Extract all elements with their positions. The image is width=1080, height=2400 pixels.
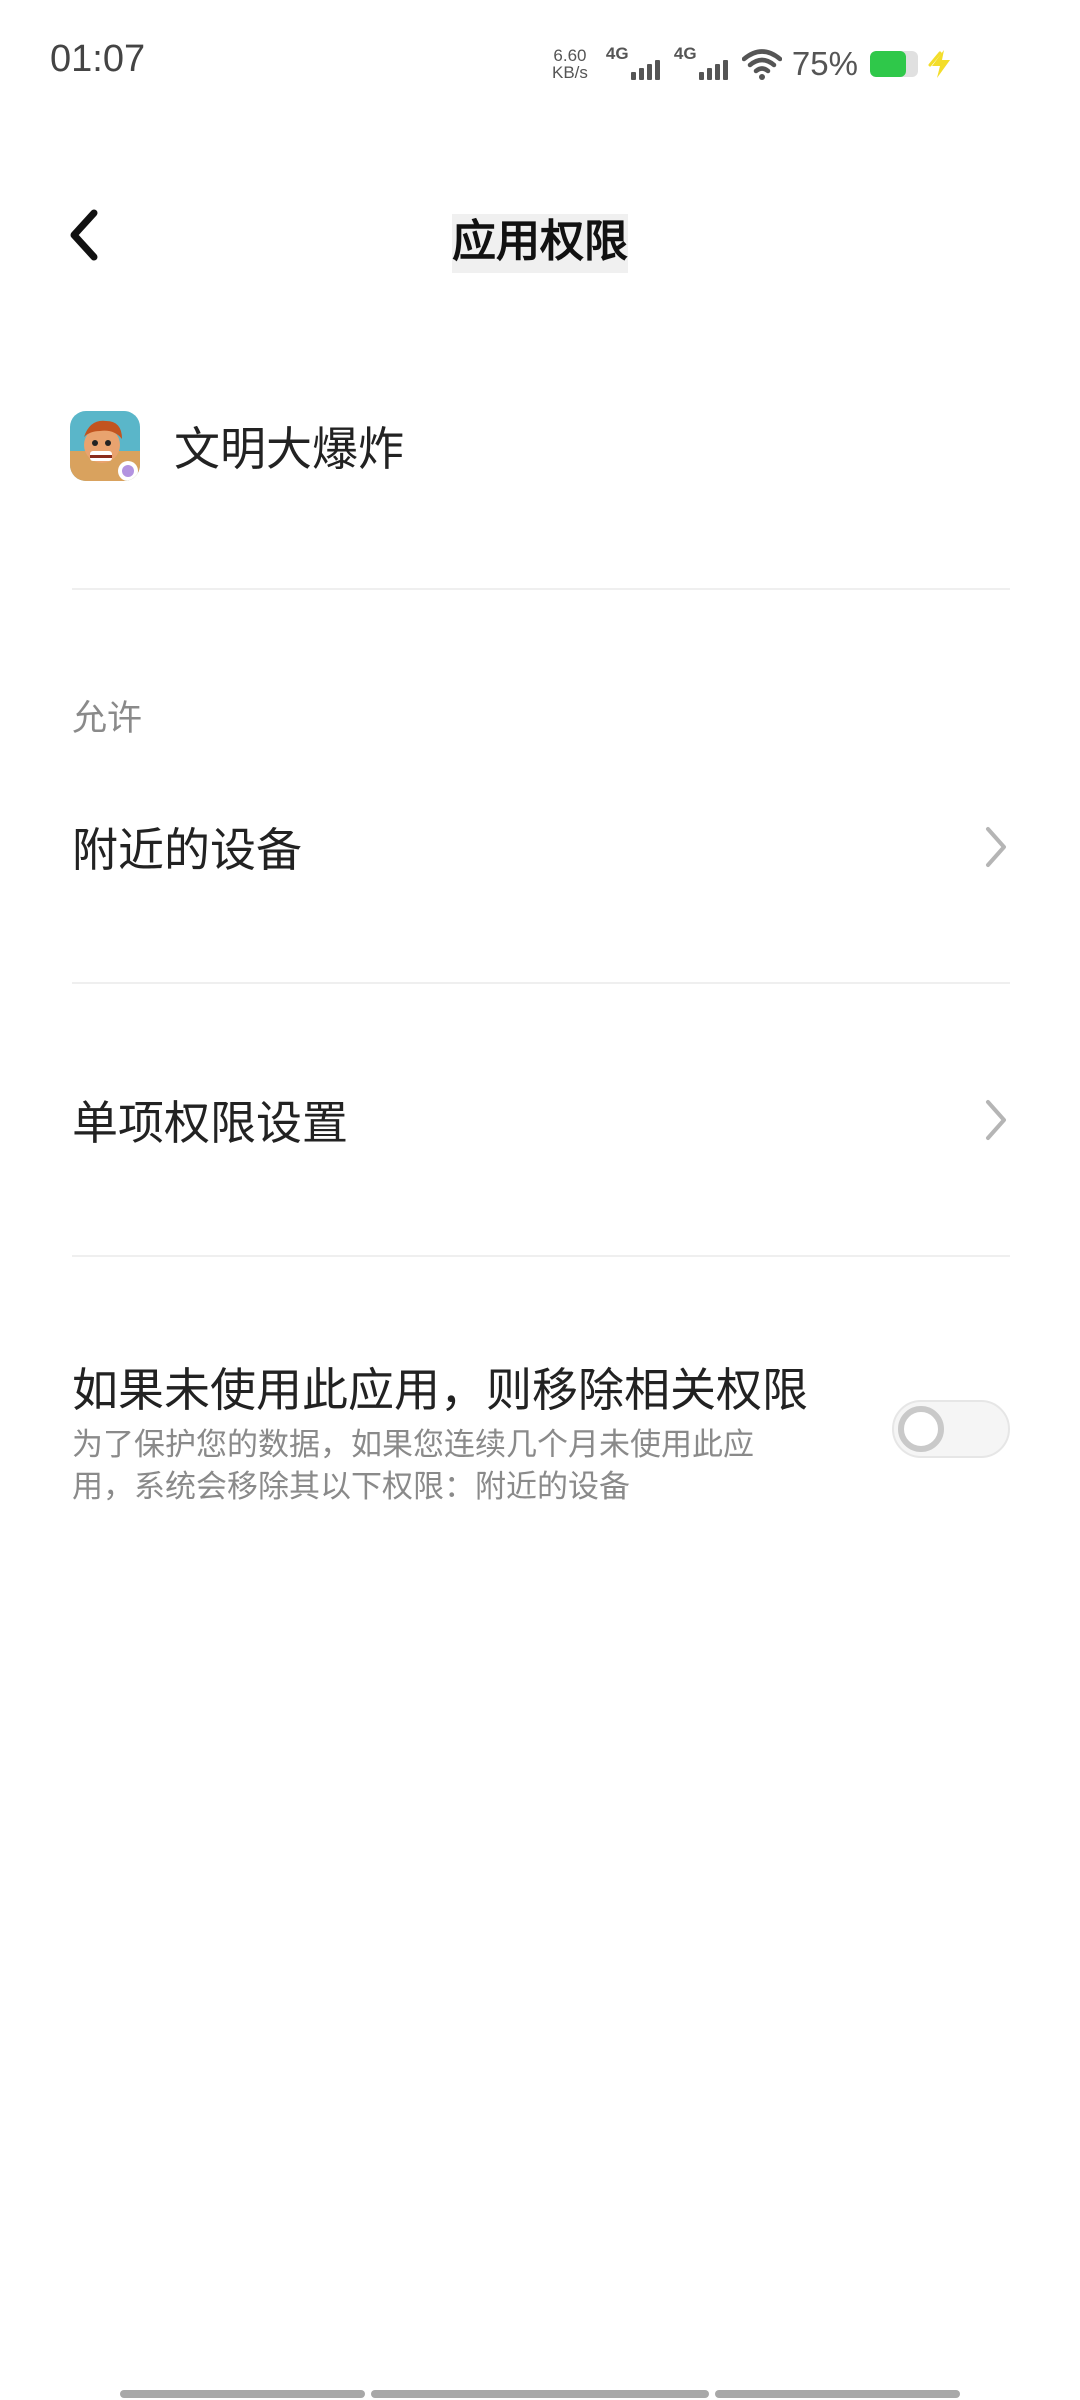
nav-segment[interactable]	[120, 2390, 365, 2398]
toggle-knob	[898, 1406, 944, 1452]
section-label-allowed: 允许	[72, 699, 143, 739]
divider	[72, 588, 1010, 590]
bolt-icon	[928, 50, 950, 78]
battery-percent: 75%	[791, 45, 858, 82]
signal-sim2-icon: 4G	[674, 44, 728, 84]
sim2-network-type: 4G	[673, 44, 697, 63]
sim1-network-type: 4G	[605, 44, 629, 63]
chevron-right-icon	[986, 1100, 1006, 1140]
gesture-navigation-bar	[120, 2390, 960, 2398]
page-title-text: 应用权限	[452, 214, 628, 273]
chevron-right-icon	[986, 827, 1006, 867]
auto-revoke-description: 为了保护您的数据，如果您连续几个月未使用此应用，系统会移除其以下权限：附近的设备	[72, 1427, 754, 1505]
status-bar: 01:07 6.60 KB/s 4G 4G 75%	[0, 0, 1080, 126]
auto-revoke-title: 如果未使用此应用，则移除相关权限	[72, 1363, 808, 1417]
status-time: 01:07	[50, 38, 146, 80]
signal-sim1-icon: 4G	[606, 44, 660, 84]
battery-icon	[869, 51, 918, 77]
page-title: 应用权限	[0, 205, 1080, 273]
app-icon	[70, 411, 140, 481]
signal-bars	[630, 60, 660, 80]
status-indicators: 6.60 KB/s 4G 4G 75%	[552, 40, 954, 88]
nav-segment[interactable]	[370, 2390, 710, 2398]
network-speed: 6.60 KB/s	[552, 47, 588, 81]
permission-row-nearby-devices[interactable]: 附近的设备	[72, 797, 1010, 897]
permission-row-individual-settings[interactable]: 单项权限设置	[72, 1070, 1010, 1170]
nav-segment[interactable]	[715, 2390, 960, 2398]
divider	[72, 1255, 1010, 1257]
app-name: 文明大爆炸	[174, 422, 404, 476]
permission-row-label: 单项权限设置	[72, 1096, 348, 1150]
auto-revoke-toggle[interactable]	[892, 1400, 1010, 1458]
auto-revoke-setting: 如果未使用此应用，则移除相关权限 为了保护您的数据，如果您连续几个月未使用此应用…	[72, 1360, 1010, 1508]
divider	[72, 982, 1010, 984]
network-speed-value: 6.60	[553, 46, 587, 65]
network-speed-unit: KB/s	[552, 63, 588, 82]
battery-fill	[869, 51, 906, 77]
app-info: 文明大爆炸	[70, 408, 1010, 484]
signal-bars	[698, 60, 728, 80]
wifi-icon	[741, 49, 782, 80]
permission-row-label: 附近的设备	[72, 823, 302, 877]
